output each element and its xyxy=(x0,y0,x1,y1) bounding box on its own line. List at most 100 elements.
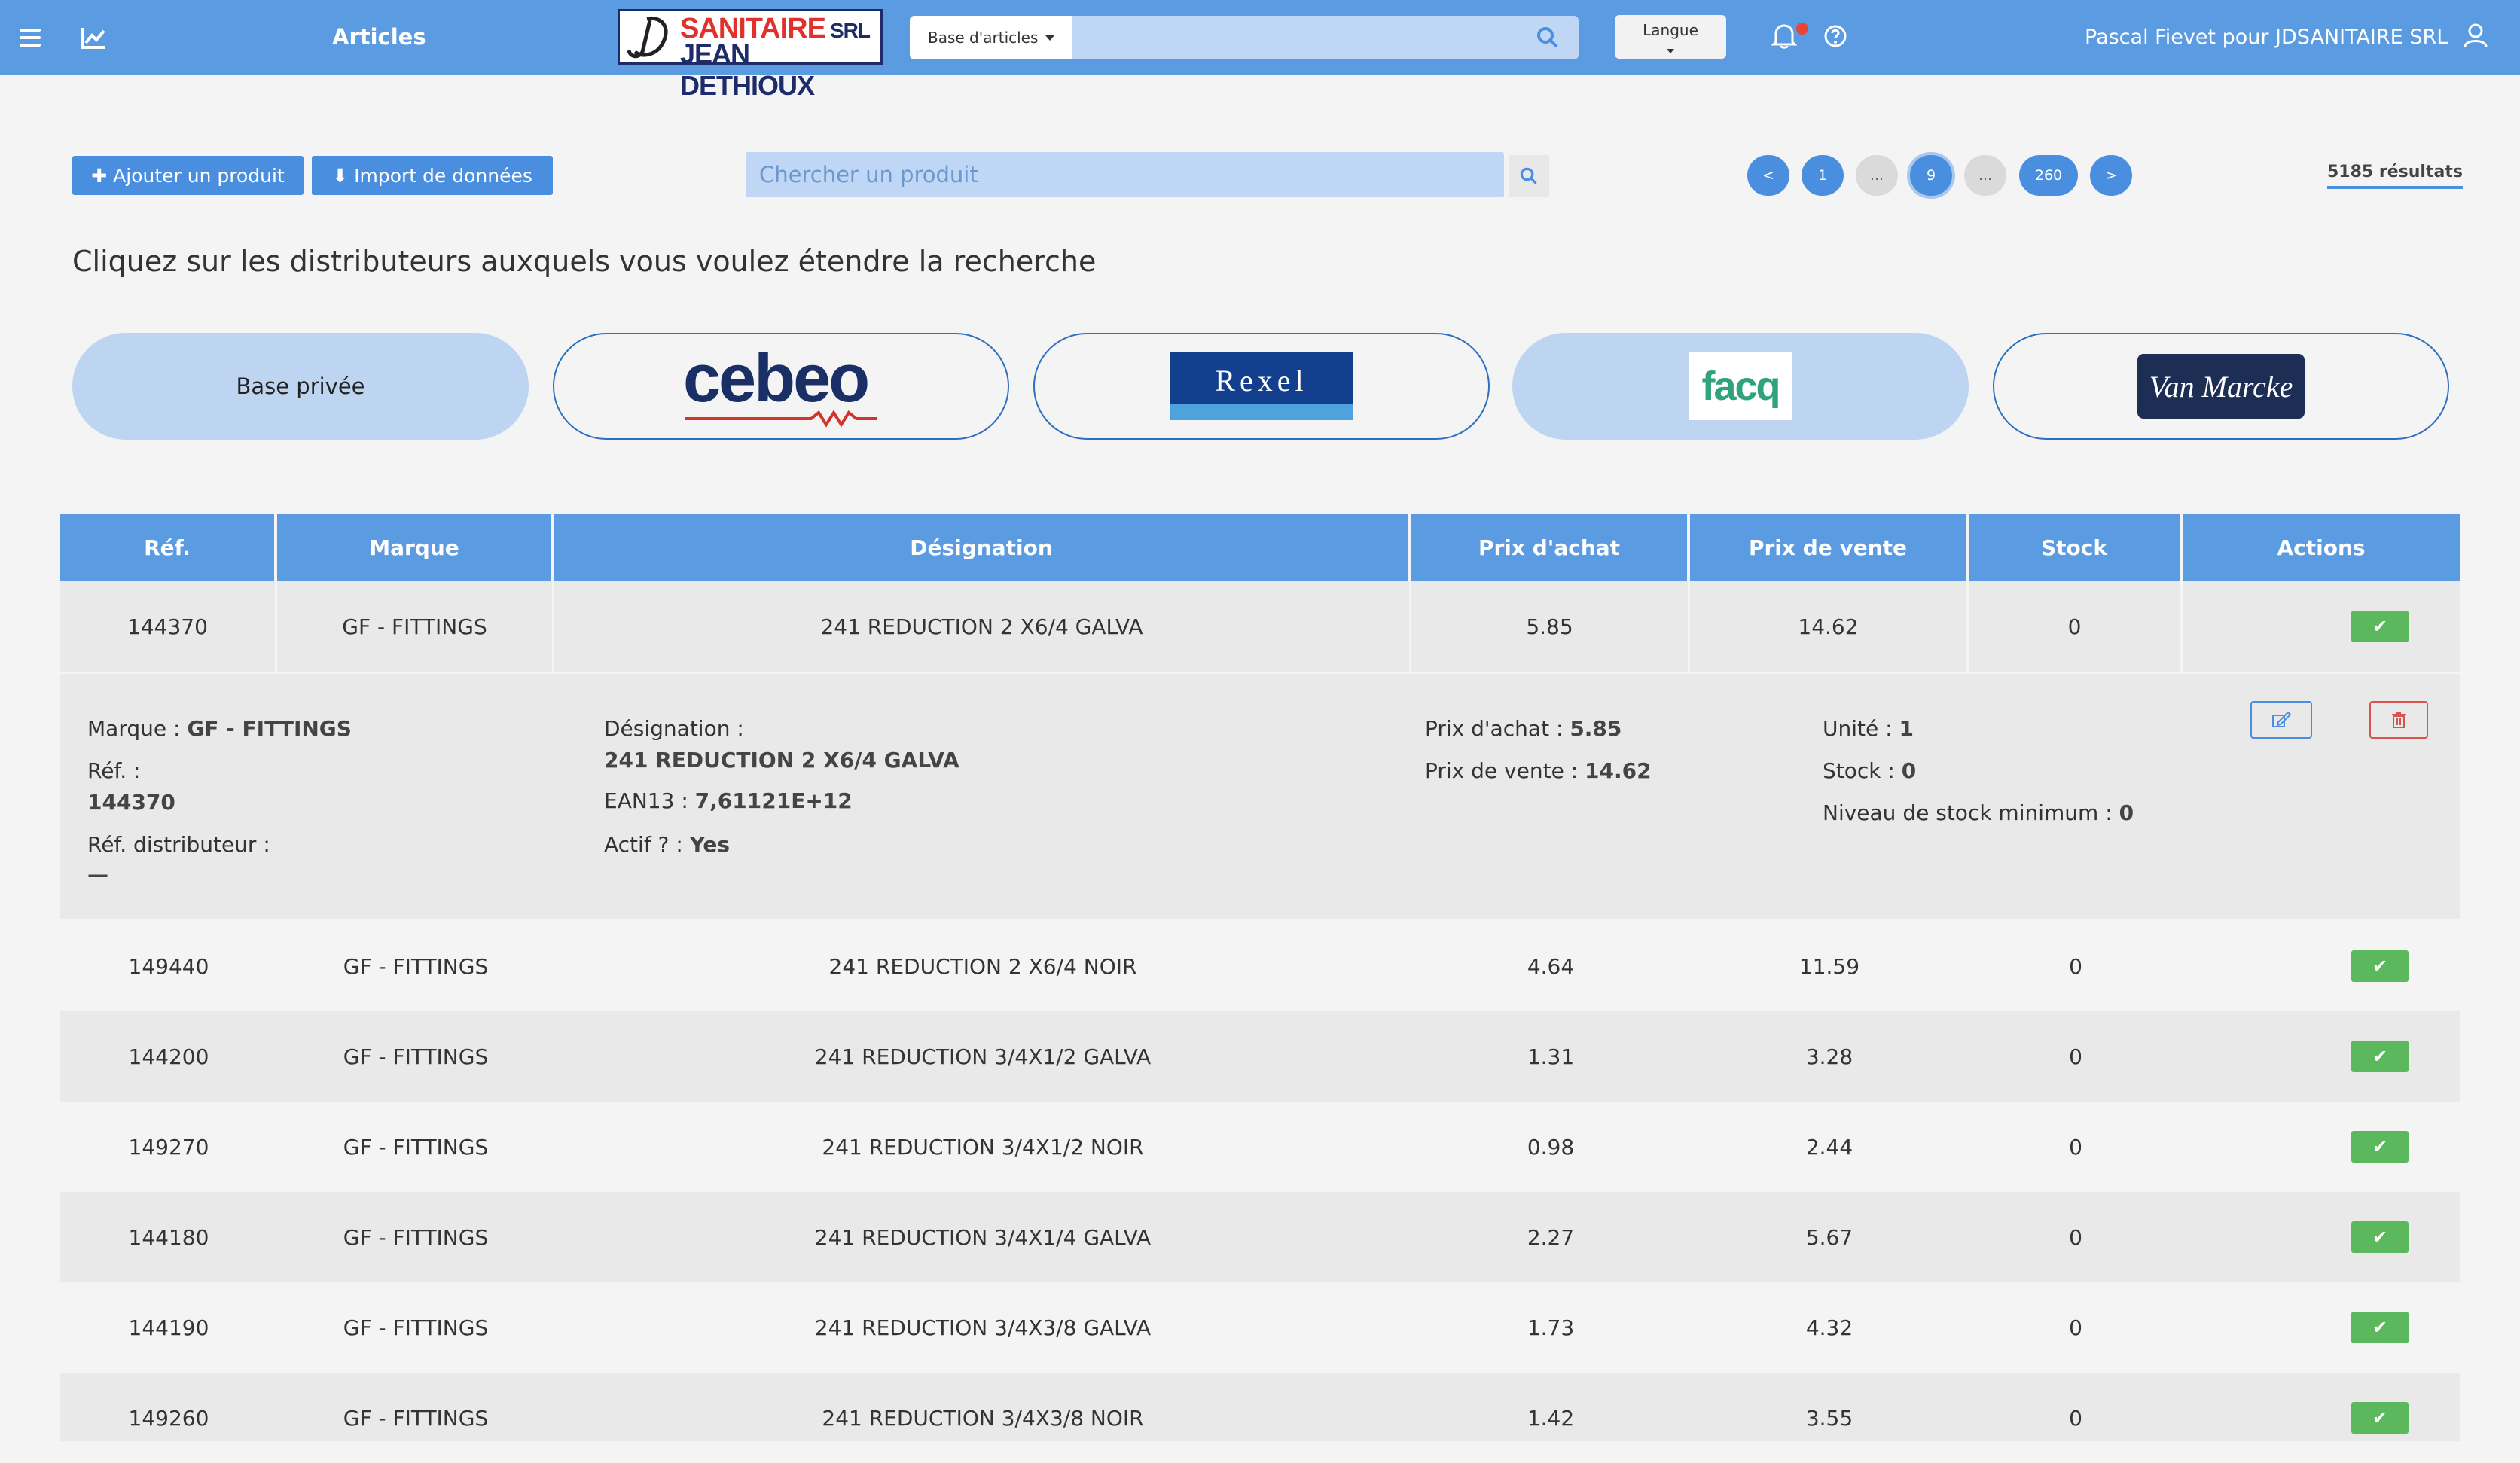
select-button[interactable]: ✔ xyxy=(2351,1221,2409,1253)
distributor-van-marcke[interactable]: Van Marcke xyxy=(1993,333,2449,440)
select-button[interactable]: ✔ xyxy=(2351,1402,2409,1434)
cell-ref: 144180 xyxy=(128,1224,209,1250)
column-header-actions: Actions xyxy=(2183,514,2460,581)
cell-purchase-price: 1.42 xyxy=(1527,1405,1575,1431)
pagination-current-page[interactable]: 9 xyxy=(1910,155,1952,196)
column-header-stock[interactable]: Stock xyxy=(1969,514,2180,581)
company-logo: SANITAIRE SRL JEAN DETHIOUX xyxy=(618,9,883,101)
column-header-purchase-price[interactable]: Prix d'achat xyxy=(1411,514,1687,581)
pagination-page[interactable]: 260 xyxy=(2019,155,2078,196)
select-button[interactable]: ✔ xyxy=(2351,1131,2409,1163)
language-dropdown[interactable]: Langue xyxy=(1615,15,1726,59)
cell-stock: 0 xyxy=(2069,1405,2082,1431)
product-search-input[interactable]: Chercher un produit xyxy=(746,152,1504,197)
cell-stock: 0 xyxy=(2069,1134,2082,1160)
detail-ref: 144370 xyxy=(87,790,175,815)
cell-designation: 241 REDUCTION 3/4X1/4 GALVA xyxy=(814,1224,1152,1250)
pagination-next[interactable]: > xyxy=(2090,155,2132,196)
caret-down-icon xyxy=(1045,35,1055,41)
pagination-prev[interactable]: < xyxy=(1747,155,1789,196)
cell-stock: 0 xyxy=(2069,1044,2082,1069)
cell-sale-price: 14.62 xyxy=(1690,581,1969,672)
menu-icon[interactable] xyxy=(15,23,45,53)
cell-ref: 149260 xyxy=(128,1405,209,1431)
search-icon[interactable] xyxy=(1536,26,1559,49)
detail-ean13: EAN13 : 7,61121E+12 xyxy=(604,788,853,813)
select-button[interactable]: ✔ xyxy=(2351,950,2409,982)
cell-ref: 149270 xyxy=(128,1134,209,1160)
cell-purchase-price: 5.85 xyxy=(1411,581,1690,672)
distributor-cebeo[interactable]: cebeo xyxy=(553,333,1009,440)
detail-designation-label: Désignation : xyxy=(604,716,744,741)
top-bar: Articles SANITAIRE SRL JEAN DETHIOUX Base… xyxy=(0,0,2520,101)
table-row[interactable]: 144370 GF - FITTINGS 241 REDUCTION 2 X6/… xyxy=(60,581,2460,672)
table-row[interactable]: 149270 GF - FITTINGS 241 REDUCTION 3/4X1… xyxy=(60,1102,2460,1192)
cell-sale-price: 5.67 xyxy=(1805,1224,1853,1250)
edit-icon xyxy=(2272,712,2291,727)
delete-button[interactable] xyxy=(2369,701,2428,739)
distributor-instruction: Cliquez sur les distributeurs auxquels v… xyxy=(72,245,1097,278)
top-search-input[interactable] xyxy=(1072,16,1579,59)
import-data-button[interactable]: ⬇ Import de données xyxy=(312,156,553,195)
table-row[interactable]: 149260 GF - FITTINGS 241 REDUCTION 3/4X3… xyxy=(60,1373,2460,1441)
download-icon: ⬇ xyxy=(332,164,349,187)
cell-designation: 241 REDUCTION 2 X6/4 NOIR xyxy=(828,953,1137,979)
edit-button[interactable] xyxy=(2250,701,2312,739)
cell-stock: 0 xyxy=(1969,581,2183,672)
cebeo-logo-text: cebeo xyxy=(683,341,870,416)
cell-actions: ✔ xyxy=(2350,1102,2410,1192)
add-product-label: Ajouter un produit xyxy=(113,164,285,187)
distributor-facq[interactable]: facq xyxy=(1512,333,1969,440)
cell-designation: 241 REDUCTION 3/4X3/8 NOIR xyxy=(822,1405,1144,1431)
row-detail-panel: Marque : GF - FITTINGS Réf. : 144370 Réf… xyxy=(60,674,2460,919)
help-icon[interactable] xyxy=(1823,24,1847,48)
cell-brand: GF - FITTINGS xyxy=(343,1405,489,1431)
cell-purchase-price: 4.64 xyxy=(1527,953,1575,979)
column-header-ref[interactable]: Réf. xyxy=(60,514,274,581)
table-row[interactable]: 149440 GF - FITTINGS 241 REDUCTION 2 X6/… xyxy=(60,921,2460,1011)
user-name[interactable]: Pascal Fievet pour JDSANITAIRE SRL xyxy=(2085,26,2448,49)
cell-sale-price: 3.55 xyxy=(1805,1405,1853,1431)
select-button[interactable]: ✔ xyxy=(2351,1312,2409,1343)
product-search-placeholder: Chercher un produit xyxy=(759,162,978,187)
rexel-logo-band xyxy=(1170,404,1353,420)
cell-stock: 0 xyxy=(2069,953,2082,979)
column-header-brand[interactable]: Marque xyxy=(277,514,551,581)
cell-brand: GF - FITTINGS xyxy=(343,1315,489,1340)
cell-actions: ✔ xyxy=(2350,581,2410,672)
table-row[interactable]: 144200 GF - FITTINGS 241 REDUCTION 3/4X1… xyxy=(60,1011,2460,1102)
distributor-private-base[interactable]: Base privée xyxy=(72,333,529,440)
select-button[interactable]: ✔ xyxy=(2351,1041,2409,1072)
logo-line2: JEAN DETHIOUX xyxy=(680,38,815,101)
column-header-sale-price[interactable]: Prix de vente xyxy=(1690,514,1966,581)
cell-designation: 241 REDUCTION 3/4X3/8 GALVA xyxy=(814,1315,1152,1340)
column-header-designation[interactable]: Désignation xyxy=(554,514,1408,581)
facq-logo: facq xyxy=(1689,352,1792,420)
table-row[interactable]: 144190 GF - FITTINGS 241 REDUCTION 3/4X3… xyxy=(60,1282,2460,1373)
add-product-button[interactable]: ✚ Ajouter un produit xyxy=(72,156,304,195)
cell-designation: 241 REDUCTION 3/4X1/2 GALVA xyxy=(814,1044,1152,1069)
check-icon: ✔ xyxy=(2372,1227,2388,1248)
user-icon[interactable] xyxy=(2463,23,2488,48)
import-data-label: Import de données xyxy=(354,164,532,187)
check-icon: ✔ xyxy=(2372,1046,2388,1067)
base-select[interactable]: Base d'articles xyxy=(910,16,1072,59)
product-search-button[interactable] xyxy=(1509,155,1549,197)
distributor-rexel[interactable]: Rexel xyxy=(1033,333,1490,440)
bell-icon[interactable] xyxy=(1771,23,1797,50)
select-button[interactable]: ✔ xyxy=(2351,611,2409,642)
pagination-page[interactable]: 1 xyxy=(1802,155,1844,196)
cell-ref: 149440 xyxy=(128,953,209,979)
language-label: Langue xyxy=(1643,21,1698,39)
trash-icon xyxy=(2392,712,2406,728)
distributor-label: Base privée xyxy=(236,373,365,399)
chart-icon[interactable] xyxy=(79,23,109,53)
notification-badge xyxy=(1796,23,1808,35)
cell-stock: 0 xyxy=(2069,1315,2082,1340)
cell-purchase-price: 1.73 xyxy=(1527,1315,1575,1340)
table-row[interactable]: 144180 GF - FITTINGS 241 REDUCTION 3/4X1… xyxy=(60,1192,2460,1282)
detail-active: Actif ? : Yes xyxy=(604,832,731,857)
cell-purchase-price: 2.27 xyxy=(1527,1224,1575,1250)
cell-brand: GF - FITTINGS xyxy=(277,581,554,672)
cell-sale-price: 3.28 xyxy=(1805,1044,1853,1069)
